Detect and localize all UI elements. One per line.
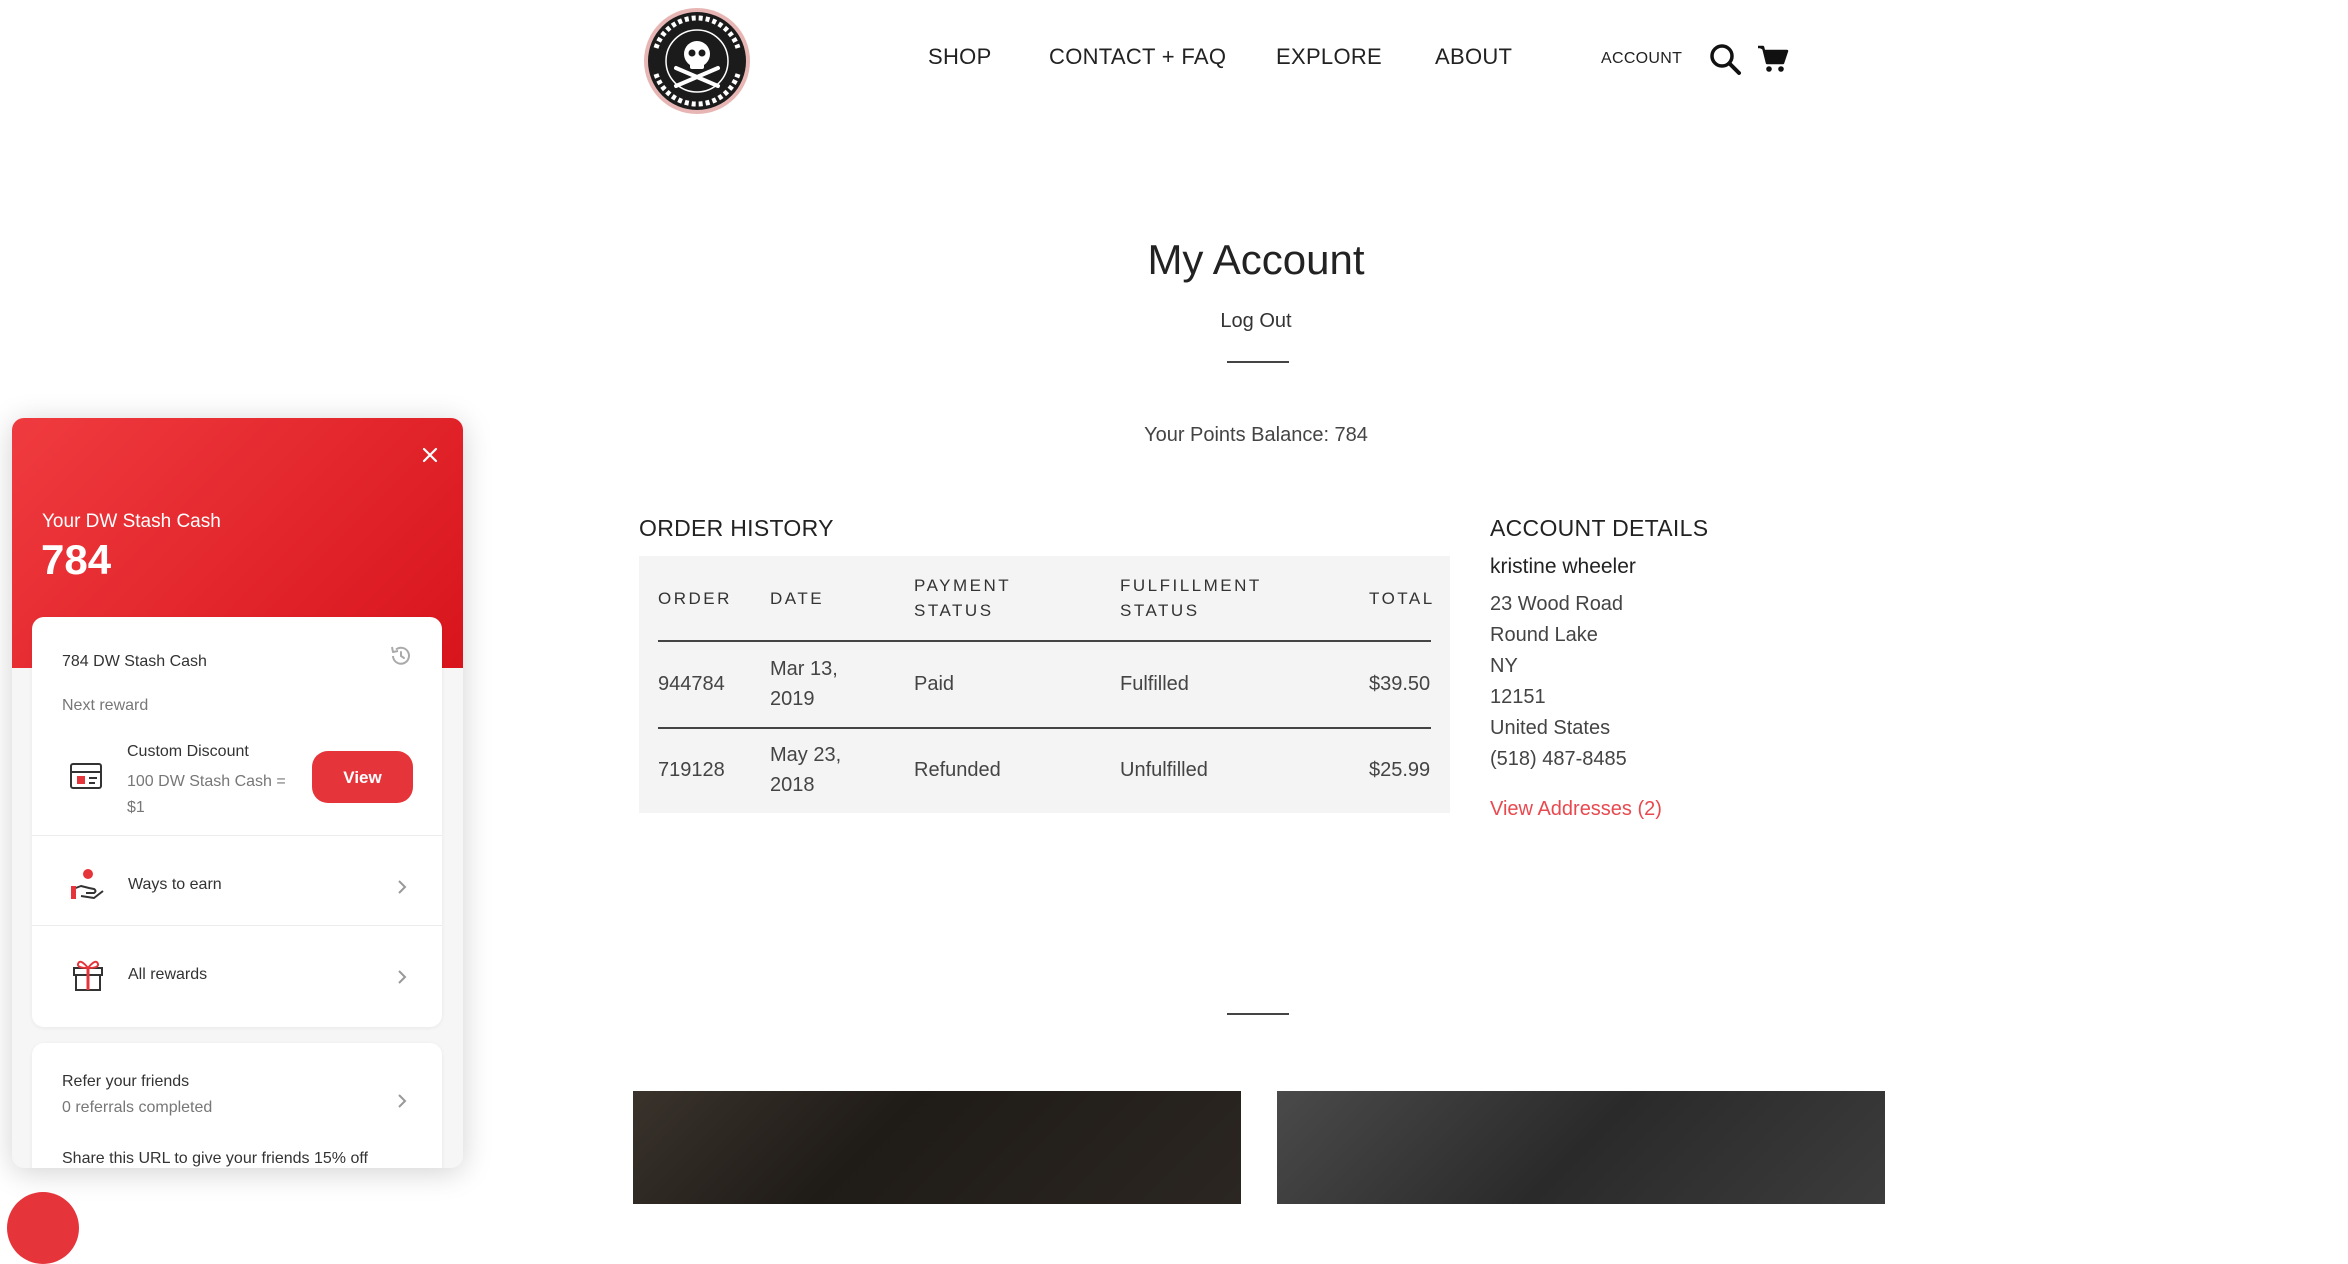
- referral-card[interactable]: Refer your friends 0 referrals completed…: [32, 1043, 442, 1168]
- stash-balance: 784 DW Stash Cash: [62, 653, 207, 670]
- refer-title: Refer your friends: [62, 1073, 190, 1090]
- order-date: Mar 13, 2019: [770, 654, 838, 714]
- promo-image[interactable]: [633, 1091, 1241, 1204]
- share-text: Share this URL to give your friends 15% …: [62, 1150, 368, 1167]
- reward-description-line: $1: [127, 799, 145, 816]
- reward-name: Custom Discount: [127, 743, 249, 760]
- col-date-label: DATE: [770, 589, 825, 608]
- death-wish-logo[interactable]: [642, 6, 752, 116]
- col-fulfillment-status: FULFILLMENT STATUS: [1120, 573, 1262, 623]
- rewards-panel: Your DW Stash Cash 784 784 DW Stash Cash…: [12, 418, 463, 1168]
- col-fulfillment-label-1: FULFILLMENT: [1120, 576, 1262, 595]
- col-fulfillment-label-2: STATUS: [1120, 601, 1200, 620]
- order-history-heading: ORDER HISTORY: [639, 515, 834, 541]
- col-payment-label-1: PAYMENT: [914, 576, 1012, 595]
- card-divider: [32, 835, 442, 836]
- order-date-line: May 23,: [770, 744, 842, 766]
- fulfillment-status: Fulfilled: [1120, 673, 1189, 695]
- order-date: May 23, 2018: [770, 740, 841, 800]
- rewards-launcher-button[interactable]: [7, 1192, 79, 1264]
- nav-contact-faq[interactable]: CONTACT + FAQ: [1049, 44, 1226, 70]
- all-rewards-label: All rewards: [128, 966, 208, 983]
- chevron-right-icon: [398, 1094, 407, 1108]
- address-line: 12151: [1490, 686, 1546, 708]
- nav-about[interactable]: ABOUT: [1435, 44, 1512, 70]
- chevron-right-icon: [398, 880, 407, 894]
- address-line: Round Lake: [1490, 624, 1598, 646]
- payment-status: Paid: [914, 673, 955, 695]
- col-total-label: TOTAL: [1369, 589, 1435, 608]
- gift-icon: [73, 960, 103, 991]
- logout-link[interactable]: Log Out: [0, 310, 2348, 333]
- address-line: United States: [1490, 717, 1611, 739]
- address-line: NY: [1490, 655, 1518, 677]
- nav-shop[interactable]: SHOP: [928, 44, 992, 70]
- next-reward-label: Next reward: [62, 697, 149, 714]
- order-date-line: 2018: [770, 774, 815, 796]
- col-date: DATE: [770, 586, 824, 611]
- order-date-line: Mar 13,: [770, 658, 838, 680]
- cart-icon[interactable]: [1756, 42, 1790, 76]
- order-history-table: ORDER DATE PAYMENT STATUS FULFILLMENT ST…: [639, 556, 1450, 813]
- account-details-heading: ACCOUNT DETAILS: [1490, 515, 1709, 541]
- address-line: 23 Wood Road: [1490, 593, 1624, 615]
- nav-explore[interactable]: EXPLORE: [1276, 44, 1382, 70]
- card-divider: [32, 925, 442, 926]
- payment-status: Refunded: [914, 759, 1001, 781]
- stash-cash-label: Your DW Stash Cash: [42, 511, 221, 532]
- col-order-label: ORDER: [658, 589, 732, 608]
- order-number-link[interactable]: 944784: [658, 669, 725, 699]
- hand-coin-icon: [71, 869, 104, 899]
- divider: [1227, 1013, 1289, 1015]
- col-total: TOTAL: [1369, 586, 1435, 611]
- order-total: $39.50: [1369, 673, 1431, 695]
- coupon-icon: [70, 763, 102, 789]
- reward-description-line: 100 DW Stash Cash =: [127, 773, 286, 790]
- rewards-card: 784 DW Stash Cash Next reward Custom Dis…: [32, 617, 442, 1027]
- history-icon[interactable]: [388, 643, 414, 669]
- view-reward-button[interactable]: View: [312, 751, 413, 803]
- account-link[interactable]: ACCOUNT: [1601, 50, 1682, 68]
- customer-name: kristine wheeler: [1490, 555, 1636, 578]
- page-title: My Account: [1147, 236, 1365, 283]
- refer-count: 0 referrals completed: [62, 1099, 213, 1116]
- chevron-right-icon: [398, 970, 407, 984]
- view-addresses-link[interactable]: View Addresses (2): [1490, 798, 1662, 821]
- promo-image[interactable]: [1277, 1091, 1885, 1204]
- close-icon[interactable]: [415, 440, 445, 470]
- col-payment-label-2: STATUS: [914, 601, 994, 620]
- col-payment-status: PAYMENT STATUS: [914, 573, 1011, 623]
- divider: [1227, 361, 1289, 363]
- order-total: $25.99: [1369, 759, 1431, 781]
- search-icon[interactable]: [1708, 42, 1742, 76]
- order-number-link[interactable]: 719128: [658, 755, 725, 785]
- table-row-rule: [658, 727, 1431, 729]
- table-header-rule: [658, 640, 1431, 642]
- phone-number: (518) 487-8485: [1490, 748, 1627, 770]
- ways-to-earn-label: Ways to earn: [128, 876, 222, 893]
- reward-description: 100 DW Stash Cash = $1: [127, 769, 286, 821]
- fulfillment-status: Unfulfilled: [1120, 759, 1208, 781]
- col-order: ORDER: [658, 586, 732, 611]
- stash-cash-value: 784: [41, 536, 112, 583]
- order-date-line: 2019: [770, 688, 815, 710]
